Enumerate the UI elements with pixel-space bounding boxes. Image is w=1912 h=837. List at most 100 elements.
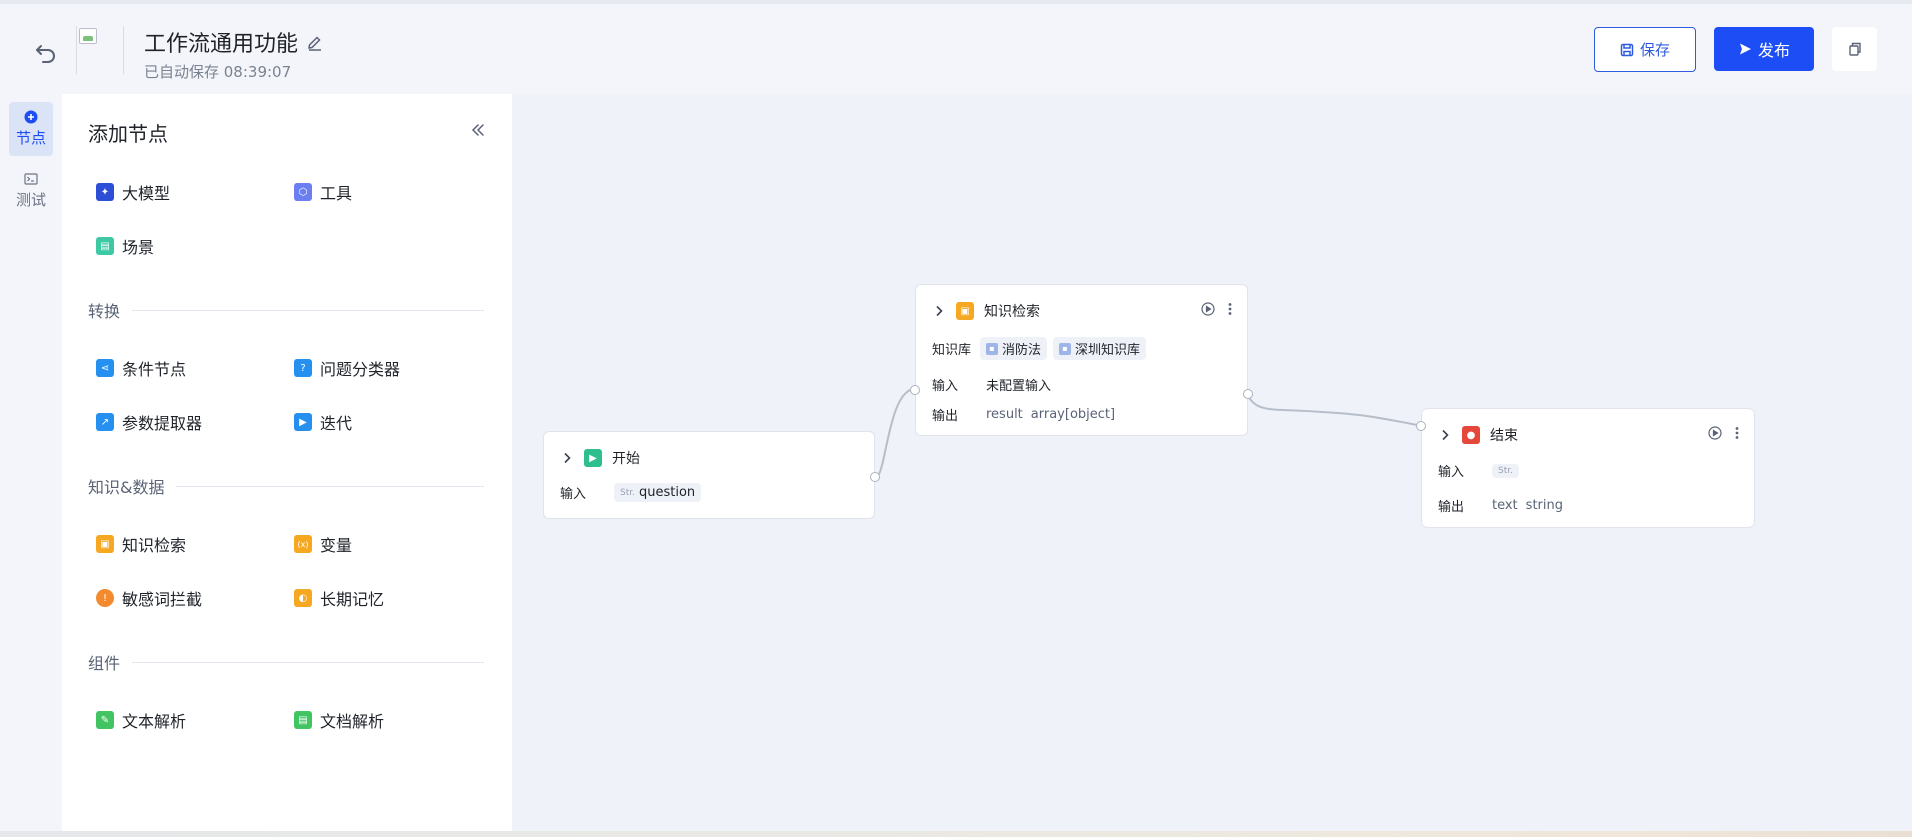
input-value: question (638, 485, 696, 500)
output-name: result (986, 407, 1023, 422)
panel-title: 添加节点 (88, 122, 168, 146)
divider (132, 661, 484, 663)
knowledge-icon: ▣ (96, 535, 114, 553)
node-item-scene[interactable]: ▤ 场景 (96, 232, 154, 260)
run-icon[interactable] (1708, 426, 1722, 440)
database-icon: ▪ (986, 342, 998, 355)
divider (176, 485, 484, 487)
tool-icon: ⬡ (294, 183, 312, 201)
node-item-label: 工具 (320, 184, 353, 203)
classifier-icon: ? (294, 359, 312, 377)
section-transform: 转换 (88, 298, 484, 322)
node-item-label: 知识检索 (122, 536, 187, 555)
workflow-canvas[interactable]: ▶ 开始 输入 Str. question ▣ 知识检索 知识库 ▪ 消防法 ▪ 深… (512, 94, 1912, 831)
input-port[interactable] (1416, 421, 1426, 431)
node-item-classifier[interactable]: ? 问题分类器 (294, 354, 400, 382)
knowledge-icon: ▣ (956, 302, 974, 320)
input-tag: Str. question (614, 483, 702, 502)
copy-button[interactable] (1832, 27, 1877, 71)
node-item-knowledge[interactable]: ▣ 知识检索 (96, 530, 186, 558)
node-item-label: 大模型 (122, 184, 171, 203)
end-node[interactable]: ● 结束 输入 Str. 输出 text string (1416, 408, 1755, 528)
section-knowledge-data: 知识&数据 (88, 474, 484, 498)
field-label: 输入 (560, 487, 587, 502)
more-icon[interactable] (1734, 426, 1740, 440)
run-icon[interactable] (1201, 302, 1215, 316)
input-value: 未配置输入 (986, 379, 1052, 394)
node-item-label: 迭代 (320, 414, 353, 433)
input-port[interactable] (910, 385, 920, 395)
kb-tag-label: 消防法 (1002, 343, 1042, 358)
save-icon (1620, 43, 1634, 56)
output-type: array[object] (1030, 407, 1116, 422)
top-bar: 工作流通用功能 已自动保存 08:39:07 保存 发布 (0, 0, 1912, 94)
node-item-memory[interactable]: ◐ 长期记忆 (294, 584, 384, 612)
node-item-model[interactable]: ✦ 大模型 (96, 178, 170, 206)
save-label: 保存 (1639, 41, 1670, 59)
variable-icon: (x) (294, 535, 312, 553)
page-title-text: 工作流通用功能 (144, 32, 299, 57)
node-item-label: 变量 (320, 536, 353, 555)
node-item-label: 问题分类器 (320, 360, 401, 379)
edit-icon[interactable] (306, 33, 324, 51)
add-node-panel: 添加节点 ✦ 大模型 ⬡ 工具 ▤ 场景 转换 ⋖ 条件节点 ? 问题分类器 ↗… (62, 94, 512, 831)
more-icon[interactable] (1227, 302, 1233, 316)
node-item-label: 条件节点 (122, 360, 187, 379)
rail-item-test[interactable]: 测试 (9, 164, 53, 218)
type-badge: Str. (1498, 465, 1513, 476)
node-item-label: 敏感词拦截 (122, 590, 203, 609)
stop-icon: ● (1462, 426, 1480, 444)
publish-button[interactable]: 发布 (1714, 27, 1814, 71)
node-item-text-parse[interactable]: ✎ 文本解析 (96, 706, 186, 734)
node-item-tool[interactable]: ⬡ 工具 (294, 178, 352, 206)
kb-tag: ▪ 消防法 (980, 337, 1048, 360)
doc-parse-icon: ▤ (294, 711, 312, 729)
start-icon: ▶ (584, 449, 602, 467)
back-icon[interactable] (32, 38, 60, 66)
side-rail: 节点 测试 (0, 94, 62, 831)
node-item-sensitive[interactable]: ! 敏感词拦截 (96, 584, 202, 612)
bottom-strip (0, 831, 1912, 837)
collapse-icon[interactable] (468, 120, 488, 140)
divider (132, 309, 484, 311)
model-icon: ✦ (96, 183, 114, 201)
database-icon: ▪ (1059, 342, 1072, 355)
iteration-icon: ▶ (294, 413, 312, 431)
node-item-variable[interactable]: (x) 变量 (294, 530, 352, 558)
chevron-right-icon[interactable] (1438, 428, 1452, 442)
extractor-icon: ↗ (96, 413, 114, 431)
scene-icon: ▤ (96, 237, 114, 255)
node-item-extractor[interactable]: ↗ 参数提取器 (96, 408, 202, 436)
shield-icon: ! (96, 589, 114, 607)
save-button[interactable]: 保存 (1594, 27, 1696, 72)
type-badge: Str. (620, 487, 635, 498)
output-port[interactable] (870, 472, 880, 482)
rail-label-nodes: 节点 (15, 129, 46, 147)
kb-tag-label: 深圳知识库 (1075, 343, 1141, 358)
node-item-condition[interactable]: ⋖ 条件节点 (96, 354, 186, 382)
output-type: string (1525, 498, 1563, 513)
node-title: 知识检索 (984, 304, 1040, 320)
field-label: 输入 (932, 379, 959, 394)
autosave-status: 已自动保存 08:39:07 (144, 63, 292, 81)
add-circle-icon (24, 110, 38, 124)
section-title: 知识&数据 (88, 478, 165, 497)
node-item-iteration[interactable]: ▶ 迭代 (294, 408, 352, 436)
node-item-label: 文本解析 (122, 712, 187, 731)
memory-icon: ◐ (294, 589, 312, 607)
start-node[interactable]: ▶ 开始 输入 Str. question (543, 431, 880, 519)
kb-tag: ▪ 深圳知识库 (1053, 337, 1147, 360)
field-label: 知识库 (932, 343, 972, 358)
image-icon (79, 28, 97, 44)
rail-item-nodes[interactable]: 节点 (9, 102, 53, 156)
edge-start-knowledge (875, 388, 916, 478)
field-label: 输出 (1438, 500, 1465, 515)
publish-label: 发布 (1757, 41, 1790, 60)
knowledge-retrieval-node[interactable]: ▣ 知识检索 知识库 ▪ 消防法 ▪ 深圳知识库 输入 未配置输入 输出 resul… (910, 284, 1253, 436)
text-parse-icon: ✎ (96, 711, 114, 729)
chevron-right-icon[interactable] (560, 451, 574, 465)
node-item-doc-parse[interactable]: ▤ 文档解析 (294, 706, 384, 734)
chevron-right-icon[interactable] (932, 304, 946, 318)
output-port[interactable] (1243, 389, 1253, 399)
node-item-label: 参数提取器 (122, 414, 203, 433)
